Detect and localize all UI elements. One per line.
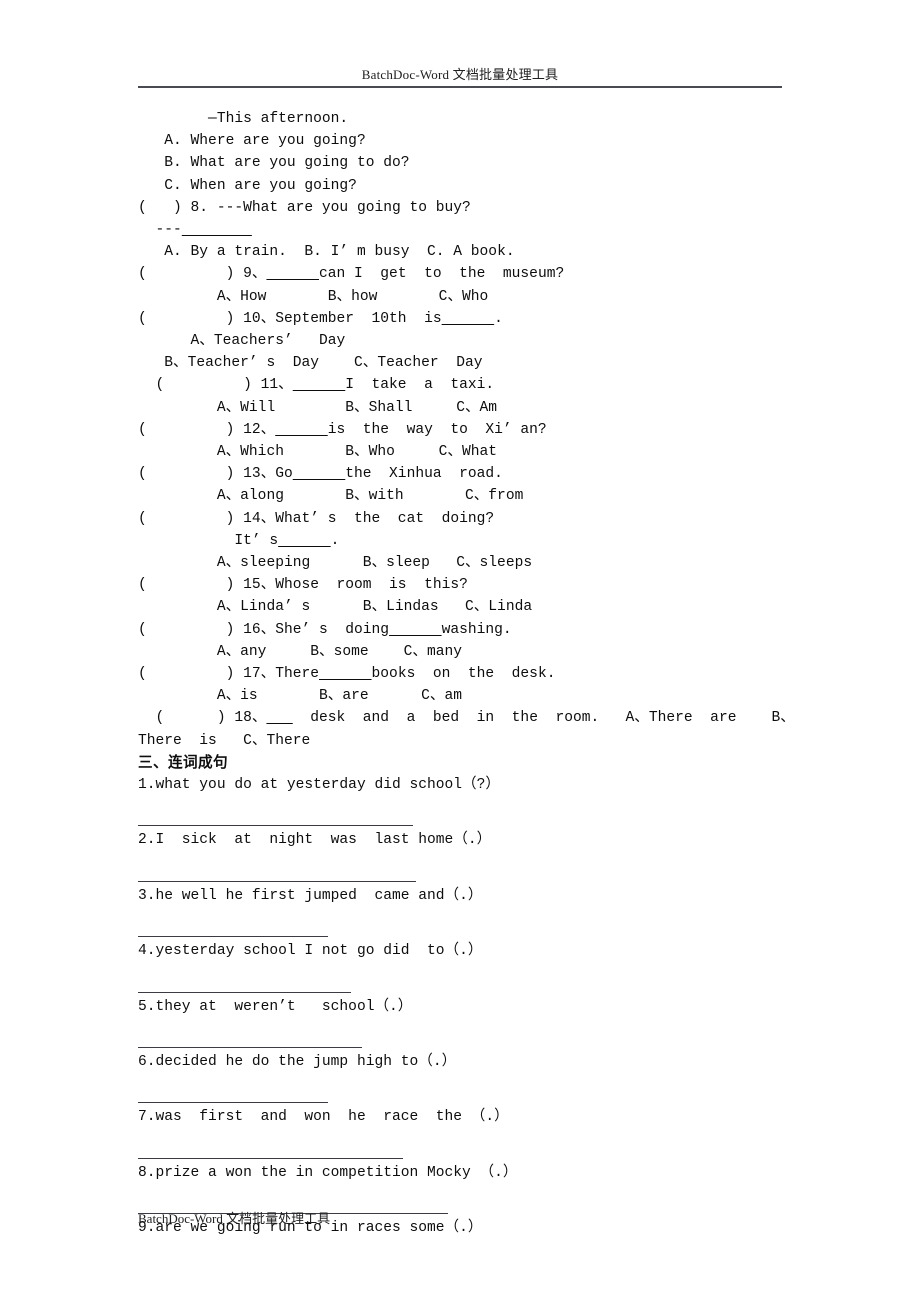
answer-rule[interactable] bbox=[0, 1084, 920, 1106]
document-body: —This afternoon. A. Where are you going?… bbox=[0, 108, 920, 1239]
answer-blank[interactable] bbox=[182, 222, 252, 238]
mc-line: C. When are you going? bbox=[138, 177, 357, 194]
answer-blank[interactable] bbox=[293, 466, 346, 482]
header-rule bbox=[138, 86, 782, 88]
mc-line: ( ) 9、 can I get to the museum? bbox=[138, 266, 565, 283]
mc-line: A、Which B、Who C、What bbox=[138, 444, 498, 461]
mc-line: --- bbox=[0, 219, 920, 241]
mc-line: A. Where are you going? bbox=[138, 133, 366, 150]
answer-blank[interactable] bbox=[278, 533, 331, 549]
answer-rule[interactable] bbox=[0, 1029, 920, 1051]
mc-line: A、Will B、Shall C、Am bbox=[138, 399, 498, 416]
mc-line: A、Linda’ s B、Lindas C、Linda bbox=[138, 599, 533, 616]
mc-line: A、any B、some C、many bbox=[138, 643, 463, 660]
word-order-item: 7.was first and won he race the （.） bbox=[138, 1109, 509, 1126]
mc-line: It’ s . bbox=[138, 532, 340, 549]
mc-line: ( ) 18、 desk and a bed in the room. A、Th… bbox=[138, 710, 795, 727]
word-order-item: 2.I sick at night was last home（.） bbox=[138, 832, 492, 849]
mc-line: ( ) 8. ---What are you going to buy? bbox=[138, 199, 471, 216]
answer-blank[interactable] bbox=[266, 266, 319, 282]
word-order-item: 5.they at weren’t school（.） bbox=[138, 998, 413, 1015]
mc-line: A、sleeping B、sleep C、sleeps bbox=[138, 555, 533, 572]
word-order-block: 1.what you do at yesterday did school（?）… bbox=[0, 774, 920, 1239]
mc-line: A、How B、how C、Who bbox=[138, 288, 489, 305]
mc-line: A、is B、are C、am bbox=[138, 688, 463, 705]
mc-line: ( ) 14、What’ s the cat doing? bbox=[138, 510, 495, 527]
answer-blank[interactable] bbox=[293, 377, 346, 393]
answer-blank[interactable] bbox=[442, 311, 495, 327]
answer-rule[interactable] bbox=[0, 973, 920, 995]
mc-line: ( ) 11、 I take a taxi. bbox=[138, 377, 495, 394]
answer-blank[interactable] bbox=[389, 622, 442, 638]
mc-line: A、along B、with C、from bbox=[138, 488, 524, 505]
mc-continued-stem: —This afternoon. bbox=[138, 111, 349, 127]
mc-line: ( ) 15、Whose room is this? bbox=[138, 577, 468, 594]
mc-line: ( ) 12、 is the way to Xi’ an? bbox=[138, 421, 547, 438]
mc-line: B. What are you going to do? bbox=[138, 155, 410, 172]
answer-blank[interactable] bbox=[275, 422, 328, 438]
mc-line: ( ) 10、September 10th is . bbox=[138, 310, 503, 327]
mc-line: ( ) 17、There books on the desk. bbox=[138, 666, 556, 683]
word-order-item: 1.what you do at yesterday did school（?） bbox=[138, 777, 500, 794]
answer-rule[interactable] bbox=[0, 807, 920, 829]
answer-rule[interactable] bbox=[0, 863, 920, 885]
running-header: BatchDoc-Word 文档批量处理工具 bbox=[361, 67, 559, 82]
mc-line: ( ) 16、She’ s doing washing. bbox=[138, 621, 512, 638]
mc-line: A. By a train. B. I’ m busy C. A book. bbox=[138, 244, 515, 261]
answer-rule[interactable] bbox=[0, 918, 920, 940]
mc-line: There is C、There bbox=[138, 732, 311, 749]
document-page: BatchDoc-Word 文档批量处理工具 —This afternoon. … bbox=[0, 0, 920, 1302]
word-order-item: 8.prize a won the in competition Mocky （… bbox=[138, 1164, 518, 1181]
answer-rule[interactable] bbox=[0, 1140, 920, 1162]
mc-line: B、Teacher’ s Day C、Teacher Day bbox=[138, 355, 483, 372]
answer-blank[interactable] bbox=[266, 710, 292, 726]
running-footer: BatchDoc-Word 文档批量处理工具 bbox=[138, 1211, 331, 1226]
mc-line: A、Teachers’ Day bbox=[138, 333, 346, 350]
section-three-heading: 三、连词成句 bbox=[138, 754, 228, 771]
mc-line: ( ) 13、Go the Xinhua road. bbox=[138, 466, 503, 483]
word-order-item: 4.yesterday school I not go did to（.） bbox=[138, 943, 483, 960]
multiple-choice-block: A. Where are you going? B. What are you … bbox=[0, 130, 920, 752]
answer-blank[interactable] bbox=[319, 666, 372, 682]
word-order-item: 6.decided he do the jump high to（.） bbox=[138, 1054, 457, 1071]
word-order-item: 3.he well he first jumped came and（.） bbox=[138, 887, 483, 904]
